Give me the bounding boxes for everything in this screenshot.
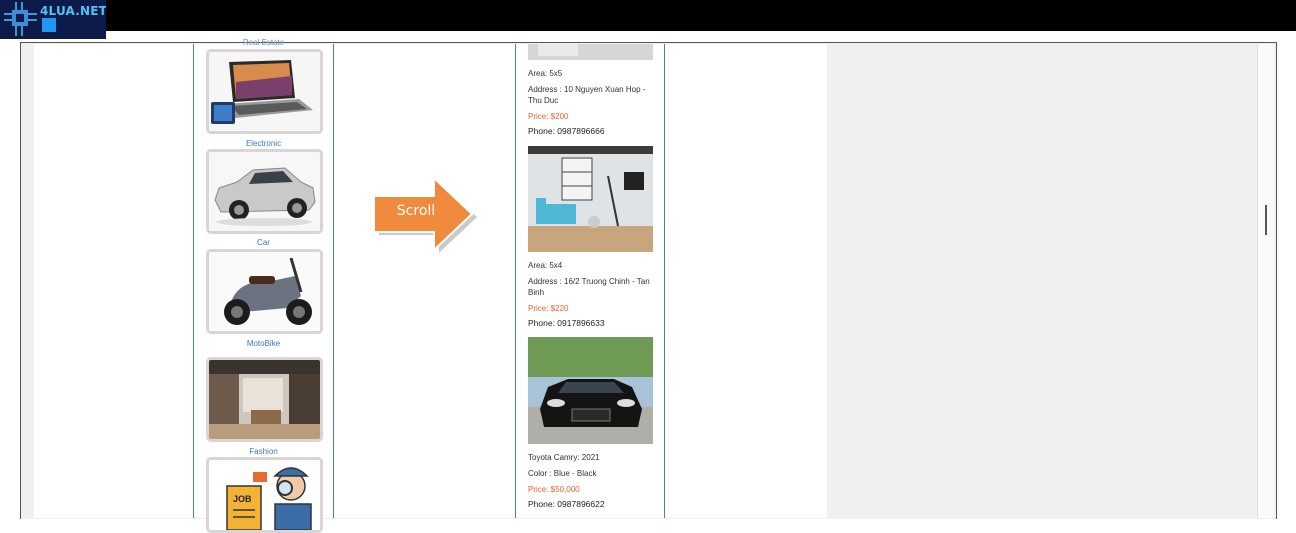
category-motobike-thumb[interactable]	[206, 249, 323, 334]
listing-area: Area: 5x4	[528, 261, 563, 270]
circuit-chip-icon	[4, 2, 37, 36]
toyota-camry-image	[528, 337, 653, 444]
scrollbar-thumb[interactable]	[1265, 205, 1267, 235]
category-label-car[interactable]: Car	[194, 238, 333, 247]
listing-area: Area: 5x5	[528, 69, 563, 78]
logo-badge	[42, 18, 56, 32]
empty-grey-area	[827, 44, 1257, 518]
category-job-thumb[interactable]: JOB	[206, 457, 323, 533]
category-panel: Real Estate Electronic Car MotoBike Fash…	[193, 38, 334, 533]
page-canvas	[34, 44, 827, 518]
listing-address: Address : 16/2 Truong Chinh - Tan Binh	[528, 277, 650, 297]
listing-address: Address : 10 Nguyen Xuan Hop - Thu Duc	[528, 85, 646, 105]
listing-price: Price: $200	[528, 112, 569, 121]
top-bar	[0, 0, 1296, 31]
job-card-text: JOB	[233, 494, 252, 504]
category-car-thumb[interactable]	[206, 149, 323, 234]
category-label-real-estate: Real Estate	[242, 38, 285, 47]
listing-color: Color : Blue - Black	[528, 469, 597, 478]
listing-title: Toyota Camry: 2021	[528, 453, 600, 462]
listing-phone[interactable]: Phone: 0987896666	[528, 126, 656, 137]
category-fashion-thumb[interactable]	[206, 357, 323, 442]
job-search-image: JOB	[209, 460, 320, 530]
scooter-image	[209, 252, 320, 331]
category-label-fashion[interactable]: Fashion	[194, 447, 333, 456]
category-label-motobike[interactable]: MotoBike	[194, 339, 333, 348]
car-image	[209, 152, 320, 231]
room-image	[528, 44, 653, 60]
shop-interior-image	[209, 360, 320, 439]
listing-image-1[interactable]	[528, 44, 653, 60]
listing-image-2[interactable]	[528, 146, 653, 252]
listing-panel: Area: 5x5 Address : 10 Nguyen Xuan Hop -…	[515, 44, 665, 518]
logo-text: 4LUA.NET	[40, 4, 106, 18]
scroll-arrow-label: Scroll	[396, 203, 436, 219]
listing-price: Price: $50,000	[528, 485, 580, 494]
category-electronic-thumb[interactable]	[206, 49, 323, 134]
laptop-image	[209, 52, 320, 131]
apartment-interior-image	[528, 146, 653, 252]
listing-phone[interactable]: Phone: 0987896622	[528, 499, 656, 510]
listing-image-3[interactable]	[528, 337, 653, 444]
listing-price: Price: $220	[528, 304, 569, 313]
site-logo: 4LUA.NET	[0, 0, 106, 39]
listing-phone[interactable]: Phone: 0917896633	[528, 318, 656, 329]
outer-margin	[1286, 31, 1296, 518]
category-label-electronic[interactable]: Electronic	[194, 139, 333, 148]
scrollbar-track[interactable]	[1257, 44, 1274, 518]
